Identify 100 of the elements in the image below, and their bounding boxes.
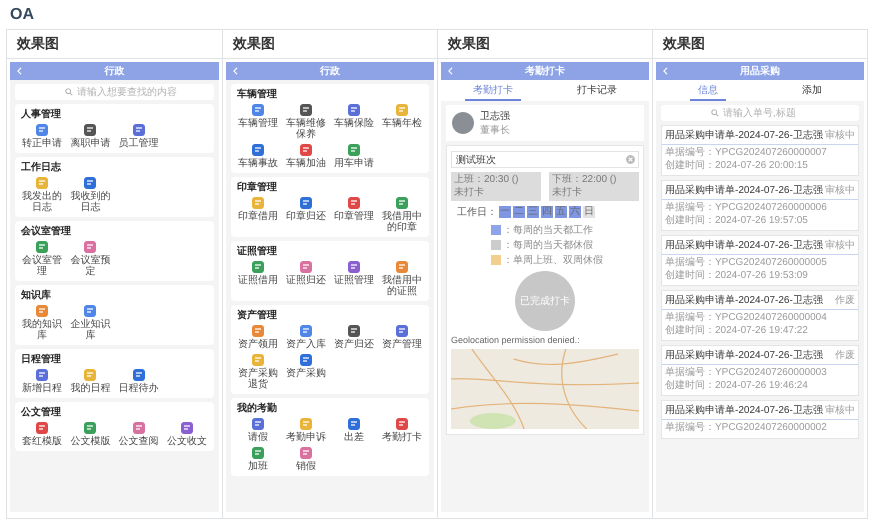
back-icon[interactable] [17, 67, 22, 75]
menu-item[interactable]: 印章借用 [234, 196, 282, 233]
menu-item[interactable]: 新增日程 [18, 368, 66, 394]
tile-icon [251, 196, 265, 210]
menu-item[interactable]: 考勤申诉 [282, 417, 330, 443]
menu-item[interactable]: 车辆维修保养 [282, 103, 330, 140]
card-line: 创建时间：2024-07-26 19:57:05 [665, 214, 808, 227]
menu-item[interactable]: 证照归还 [282, 260, 330, 297]
menu-item[interactable]: 请假 [234, 417, 282, 443]
menu-item[interactable]: 加班 [234, 446, 282, 472]
column-heading: 效果图 [653, 30, 867, 59]
card-line: 创建时间：2024-07-26 19:46:24 [665, 380, 808, 392]
menu-item[interactable]: 公文模版 [66, 421, 114, 447]
menu-item[interactable]: 用车申请 [330, 143, 378, 169]
avatar [452, 112, 474, 134]
tile-icon [83, 240, 98, 254]
menu-item[interactable]: 我的知识库 [18, 304, 66, 341]
menu-item[interactable]: 会议室管理 [18, 240, 66, 277]
nav-title: 行政 [104, 64, 124, 78]
menu-item[interactable]: 日程待办 [114, 368, 163, 394]
menu-item[interactable]: 车辆年检 [378, 103, 426, 140]
menu-item[interactable]: 车辆管理 [234, 103, 282, 140]
tile-icon [83, 123, 98, 137]
tile-icon [347, 324, 361, 338]
menu-item[interactable]: 会议室预定 [66, 240, 114, 277]
menu-item[interactable]: 证照借用 [234, 260, 282, 297]
tab[interactable]: 信息 [690, 80, 726, 101]
status-label: 审核中 [825, 184, 855, 197]
request-card[interactable]: 用品采购申请单-2024-07-26-卫志强 审核中 单据编号：YPCG202407260000006 创建时间：2024-07-26 19:57:05 [661, 180, 859, 231]
section-title: 会议室管理 [20, 224, 71, 238]
menu-item[interactable]: 套红模版 [18, 421, 66, 447]
menu-item[interactable]: 员工管理 [114, 123, 163, 149]
menu-item[interactable]: 离职申请 [66, 123, 114, 149]
column-heading: 效果图 [223, 30, 437, 59]
tab[interactable]: 打卡记录 [569, 80, 625, 101]
menu-item[interactable]: 资产领用 [234, 324, 282, 350]
status-label: 作废 [835, 348, 855, 362]
shift-field[interactable]: 测试班次 [451, 151, 639, 168]
menu-item[interactable]: 我收到的日志 [66, 176, 114, 213]
menu-item[interactable]: 车辆加油 [282, 143, 330, 169]
punch-time: 下班：22:00 () [552, 174, 616, 186]
menu-item[interactable]: 出差 [330, 417, 378, 443]
tab[interactable]: 添加 [794, 80, 830, 101]
tab[interactable]: 考勤打卡 [465, 80, 521, 101]
tile-icon [395, 417, 409, 431]
menu-item[interactable]: 我借用中的印章 [378, 196, 426, 233]
menu-item[interactable]: 印章管理 [330, 196, 378, 233]
section-title: 公文管理 [20, 406, 61, 419]
menu-item[interactable]: 车辆保险 [330, 103, 378, 140]
clear-icon[interactable] [626, 155, 635, 164]
menu-item[interactable]: 印章归还 [282, 196, 330, 233]
tile-icon [347, 260, 361, 274]
menu-item[interactable]: 转正申请 [18, 123, 66, 149]
request-card[interactable]: 用品采购申请单-2024-07-26-卫志强 作废 单据编号：YPCG202407260000003 创建时间：2024-07-26 19:46:24 [661, 345, 859, 396]
menu-item[interactable]: 资产采购 [282, 353, 330, 390]
tile-icon [395, 260, 409, 274]
tile-icon [251, 417, 265, 431]
menu-item[interactable]: 考勤打卡 [378, 417, 426, 443]
menu-item[interactable]: 企业知识库 [66, 304, 114, 341]
card-line: 创建时间：2024-07-26 20:00:15 [665, 160, 808, 172]
weekday-chip: 四 [541, 206, 553, 218]
menu-item[interactable]: 资产归还 [330, 324, 378, 350]
menu-item[interactable]: 资产入库 [282, 324, 330, 350]
menu-item[interactable]: 公文收文 [162, 421, 211, 447]
menu-item[interactable]: 证照管理 [330, 260, 378, 297]
tile-icon [299, 324, 313, 338]
menu-item[interactable]: 我借用中的证照 [378, 260, 426, 297]
tile-icon [251, 446, 265, 460]
column-heading: 效果图 [7, 30, 222, 59]
tile-icon [35, 123, 50, 137]
card-title: 用品采购申请单-2024-07-26-卫志强 [665, 404, 823, 417]
tile-icon [83, 421, 98, 435]
menu-item[interactable]: 车辆事故 [234, 143, 282, 169]
card-line: 单据编号：YPCG202407260000007 [665, 147, 827, 160]
request-card[interactable]: 用品采购申请单-2024-07-26-卫志强 作废 单据编号：YPCG202407260000004 创建时间：2024-07-26 19:47:22 [661, 290, 859, 341]
menu-item[interactable]: 资产管理 [378, 324, 426, 350]
request-card[interactable]: 用品采购申请单-2024-07-26-卫志强 审核中 单据编号：YPCG202407260000005 创建时间：2024-07-26 19:53:09 [661, 235, 859, 286]
card-title: 用品采购申请单-2024-07-26-卫志强 [665, 294, 823, 307]
back-icon[interactable] [448, 67, 453, 75]
menu-item[interactable]: 我的日程 [66, 368, 114, 394]
menu-item[interactable]: 我发出的日志 [18, 176, 66, 213]
search-icon [65, 88, 73, 96]
tile-icon [347, 196, 361, 210]
card-line: 单据编号：YPCG202407260000002 [665, 422, 827, 434]
menu-item[interactable]: 资产采购退货 [234, 353, 282, 390]
tile-icon [35, 240, 50, 254]
search-field[interactable]: 请输入单号,标题 [661, 105, 859, 121]
legend-text: ：单周上班、双周休假 [503, 254, 603, 267]
card-line: 单据编号：YPCG202407260000004 [665, 312, 827, 324]
request-card[interactable]: 用品采购申请单-2024-07-26-卫志强 审核中 单据编号：YPCG202407260000002 [661, 400, 859, 438]
search-field[interactable]: 请输入想要查找的内容 [15, 84, 214, 100]
punch-status: 未打卡 [552, 186, 582, 199]
menu-item[interactable]: 公文查阅 [114, 421, 163, 447]
request-card[interactable]: 用品采购申请单-2024-07-26-卫志强 审核中 单据编号：YPCG202407260000007 创建时间：2024-07-26 20:00:15 [661, 125, 859, 176]
back-icon[interactable] [233, 67, 238, 75]
search-icon [711, 109, 719, 117]
tile-icon [299, 143, 313, 157]
card-title: 用品采购申请单-2024-07-26-卫志强 [665, 128, 823, 142]
back-icon[interactable] [663, 67, 668, 75]
menu-item[interactable]: 销假 [282, 446, 330, 472]
